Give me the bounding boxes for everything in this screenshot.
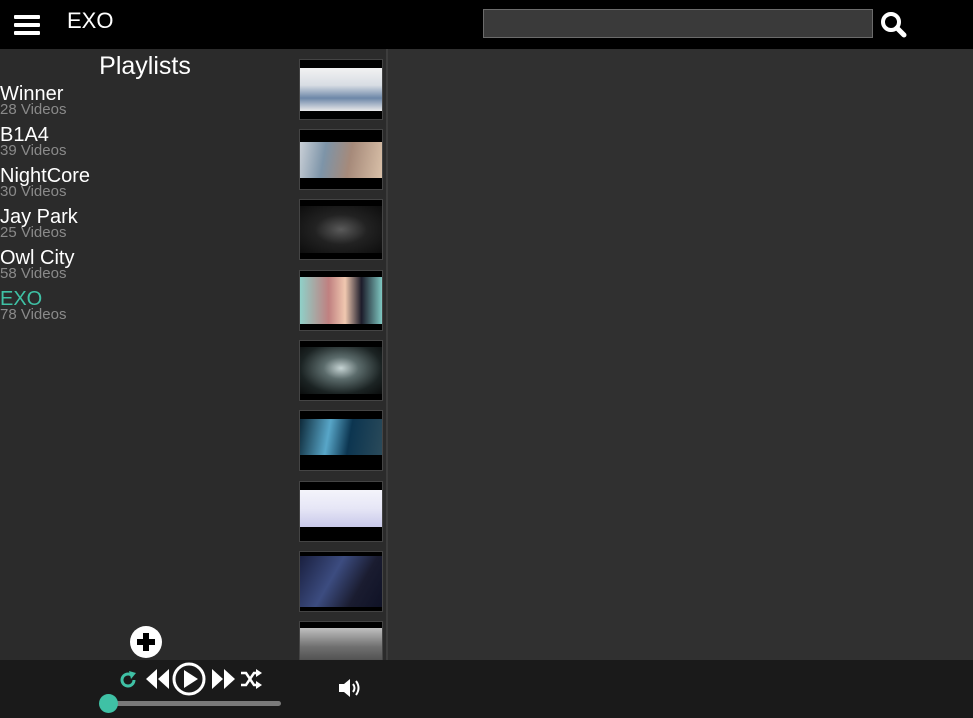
playlist-item-owl-city[interactable]: Owl City 58 Videos <box>0 247 90 288</box>
search-icon[interactable] <box>880 11 907 38</box>
video-thumbnail[interactable] <box>299 270 383 331</box>
playlist-count: 58 Videos <box>0 265 67 282</box>
playlist-count: 28 Videos <box>0 101 67 118</box>
playlist-count: 78 Videos <box>0 306 67 323</box>
top-bar: EXO <box>0 0 973 49</box>
video-thumbnail[interactable] <box>299 199 383 260</box>
video-thumbnail[interactable] <box>299 129 383 190</box>
video-thumbnail[interactable] <box>299 410 383 471</box>
playlist-item-winner[interactable]: Winner 28 Videos <box>0 83 90 124</box>
next-icon[interactable] <box>211 667 236 691</box>
video-thumbnail[interactable] <box>299 551 383 612</box>
video-thumbnail-list[interactable] <box>290 49 386 660</box>
seek-handle[interactable] <box>98 694 118 713</box>
player-controls <box>0 660 973 718</box>
seek-bar[interactable] <box>108 701 281 706</box>
menu-icon[interactable] <box>14 14 40 36</box>
playlist-item-nightcore[interactable]: NightCore 30 Videos <box>0 165 90 206</box>
video-thumbnail[interactable] <box>299 621 383 660</box>
playlist-item-exo[interactable]: EXO 78 Videos <box>0 288 90 329</box>
playlists-heading: Playlists <box>99 52 191 80</box>
video-thumbnail[interactable] <box>299 340 383 401</box>
video-thumbnail[interactable] <box>299 59 383 120</box>
playlist-count: 39 Videos <box>0 142 67 159</box>
search-input[interactable] <box>483 9 873 38</box>
volume-icon[interactable] <box>338 677 364 699</box>
playlist-sidebar: Playlists Winner 28 Videos B1A4 39 Video… <box>0 49 290 660</box>
playlist-item-jay-park[interactable]: Jay Park 25 Videos <box>0 206 90 247</box>
repeat-icon[interactable] <box>118 670 138 690</box>
video-thumbnail[interactable] <box>299 481 383 542</box>
playlist-list: Winner 28 Videos B1A4 39 Videos NightCor… <box>0 83 90 329</box>
playlist-item-b1a4[interactable]: B1A4 39 Videos <box>0 124 90 165</box>
shuffle-icon[interactable] <box>240 669 262 689</box>
previous-icon[interactable] <box>145 667 170 691</box>
plus-circle-icon[interactable] <box>129 625 163 659</box>
app-title: EXO <box>67 8 114 33</box>
play-icon[interactable] <box>172 662 206 696</box>
video-player-area <box>388 49 973 660</box>
